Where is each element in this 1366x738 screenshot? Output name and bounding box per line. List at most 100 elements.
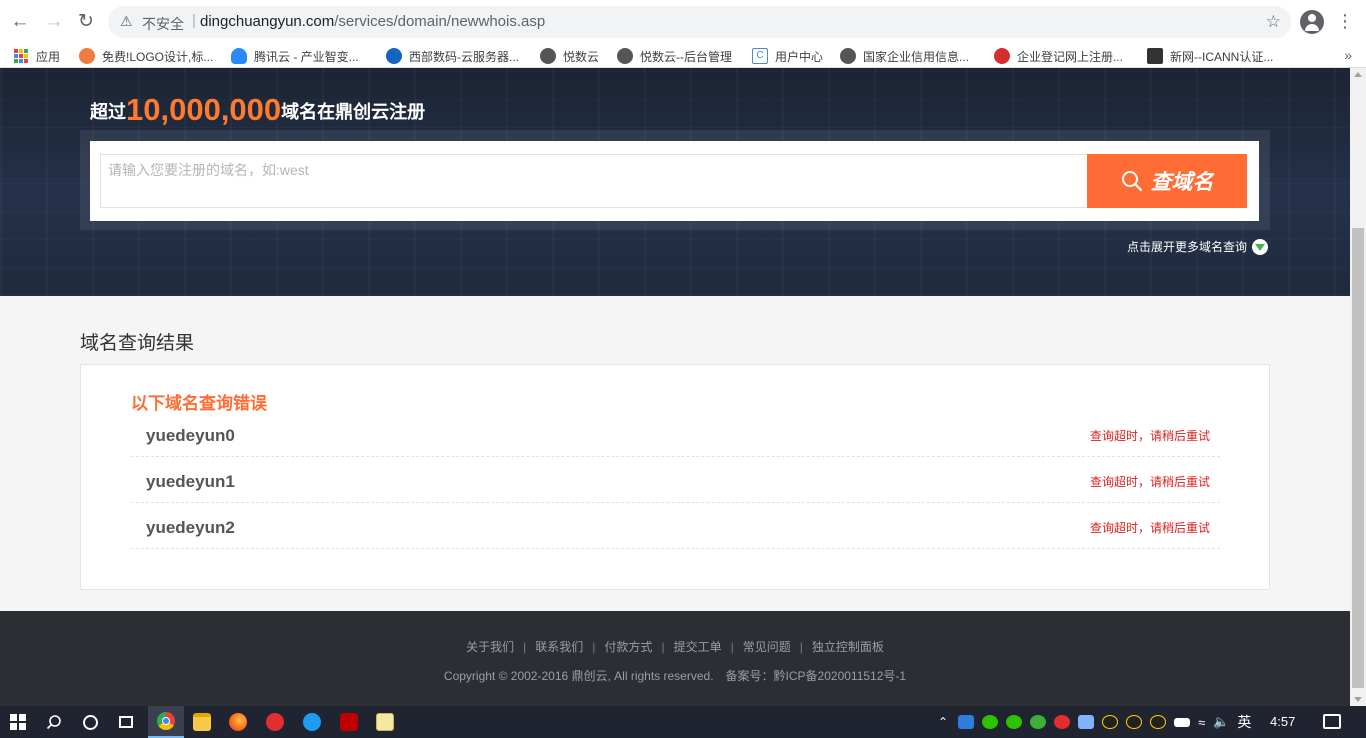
tray-expand-icon[interactable]: ⌃ bbox=[938, 715, 948, 729]
user-center-icon: C bbox=[752, 48, 768, 64]
chrome-taskbar-icon[interactable] bbox=[148, 706, 184, 738]
bookmark-logo-design[interactable]: 免费!LOGO设计,标... bbox=[79, 47, 213, 65]
back-arrow-icon[interactable]: ← bbox=[8, 10, 32, 34]
bookmark-enterprise-register[interactable]: 企业登记网上注册... bbox=[994, 47, 1123, 65]
result-row: yuedeyun1 查询超时，请稍后重试 bbox=[131, 457, 1220, 503]
app-tray-icon[interactable] bbox=[1030, 715, 1047, 729]
wechat-work-icon[interactable] bbox=[1006, 715, 1023, 729]
footer-divider: | bbox=[730, 640, 734, 654]
footer-link-faq[interactable]: 常见问题 bbox=[743, 640, 791, 654]
footer-divider: | bbox=[799, 640, 803, 654]
footer-divider: | bbox=[592, 640, 596, 654]
bookmark-apps[interactable]: 应用 bbox=[14, 47, 60, 65]
task-view-icon[interactable] bbox=[108, 706, 144, 738]
status-message: 查询超时，请稍后重试 bbox=[1089, 521, 1210, 535]
file-explorer-icon[interactable] bbox=[184, 706, 220, 738]
reload-icon[interactable]: ↻ bbox=[74, 10, 98, 34]
url-path: /services/domain/newwhois.asp bbox=[334, 13, 546, 30]
network-drive-icon[interactable] bbox=[1078, 715, 1095, 729]
search-container: 查域名 bbox=[80, 130, 1270, 230]
hero-title: 超过10,000,000域名在鼎创云注册 bbox=[90, 90, 425, 127]
expand-down-icon bbox=[1252, 238, 1269, 255]
bookmark-yueshuyun-admin[interactable]: 悦数云--后台管理 bbox=[617, 47, 732, 65]
more-domain-query-toggle[interactable]: 点击展开更多域名查询 bbox=[1127, 238, 1269, 255]
bookmark-west-cn[interactable]: 西部数码-云服务器... bbox=[386, 47, 519, 65]
globe-icon bbox=[540, 48, 556, 64]
site-footer: 关于我们 | 联系我们 | 付款方式 | 提交工单 | 常见问题 | 独立控制面板 Copyrigh… bbox=[0, 611, 1350, 706]
result-row: yuedeyun2 查询超时，请稍后重试 bbox=[131, 503, 1220, 549]
bookmark-label: 西部数码-云服务器... bbox=[409, 49, 519, 64]
netease-music-icon[interactable] bbox=[257, 706, 293, 738]
result-panel: 以下域名查询错误 yuedeyun0 查询超时，请稍后重试 yuedeyun1 … bbox=[80, 364, 1270, 590]
action-center-icon[interactable] bbox=[1323, 714, 1341, 729]
forward-arrow-icon[interactable]: → bbox=[42, 10, 66, 34]
domain-name: yuedeyun1 bbox=[146, 472, 235, 491]
bookmark-tencent-cloud[interactable]: 腾讯云 - 产业智变... bbox=[231, 47, 359, 65]
logo-site-icon bbox=[79, 48, 95, 64]
bookmark-yueshuyun[interactable]: 悦数云 bbox=[540, 47, 599, 65]
result-row: yuedeyun0 查询超时，请稍后重试 bbox=[131, 411, 1220, 457]
footer-link-about[interactable]: 关于我们 bbox=[466, 640, 514, 654]
omnibox-separator: | bbox=[192, 12, 196, 29]
windows-logo-icon bbox=[10, 714, 26, 730]
scrollbar-thumb[interactable] bbox=[1352, 228, 1364, 688]
page-scrollbar[interactable] bbox=[1350, 68, 1366, 706]
domain-name: yuedeyun2 bbox=[146, 518, 235, 537]
ime-indicator[interactable]: 英 bbox=[1237, 712, 1251, 732]
qq-icon[interactable] bbox=[1150, 715, 1167, 729]
scroll-down-icon[interactable] bbox=[1354, 697, 1362, 702]
icp-text[interactable]: 备案号：黔ICP备2020011512号-1 bbox=[726, 669, 907, 683]
battery-icon[interactable] bbox=[1174, 717, 1191, 727]
footer-copyright: Copyright © 2002-2016 鼎创云, All rights re… bbox=[0, 667, 1350, 684]
system-tray: ⌃ ≈ 🔈 英 bbox=[938, 706, 1251, 738]
browser-menu-icon[interactable]: ⋮ bbox=[1336, 10, 1354, 32]
start-button[interactable] bbox=[0, 706, 36, 738]
search-domain-button[interactable]: 查域名 bbox=[1087, 154, 1247, 208]
wifi-icon[interactable]: ≈ bbox=[1198, 715, 1205, 730]
bookmarks-overflow-icon[interactable]: » bbox=[1344, 47, 1352, 63]
search-taskbar-icon[interactable] bbox=[36, 706, 72, 738]
domain-search-input[interactable] bbox=[100, 154, 1088, 208]
search-icon bbox=[1121, 171, 1142, 192]
bookmark-xinnet[interactable]: 新网--ICANN认证... bbox=[1147, 47, 1273, 65]
page-content: 超过10,000,000域名在鼎创云注册 查域名 点击展开更多域名查询 域名查询… bbox=[0, 68, 1350, 706]
footer-link-payment[interactable]: 付款方式 bbox=[604, 640, 652, 654]
bookmark-label: 国家企业信用信息... bbox=[863, 49, 970, 64]
globe-icon bbox=[840, 48, 856, 64]
notepad-icon[interactable] bbox=[367, 706, 403, 738]
bookmark-star-icon[interactable]: ☆ bbox=[1266, 12, 1281, 32]
qq-icon[interactable] bbox=[1102, 715, 1119, 729]
footer-link-control-panel[interactable]: 独立控制面板 bbox=[812, 640, 884, 654]
address-bar[interactable]: ⚠ 不安全 | dingchuangyun.com/services/domai… bbox=[108, 6, 1291, 38]
qq-browser-icon[interactable] bbox=[294, 706, 330, 738]
bookmark-label: 悦数云 bbox=[563, 49, 600, 64]
west-cn-icon bbox=[386, 48, 402, 64]
filezilla-icon[interactable] bbox=[331, 706, 367, 738]
result-list: yuedeyun0 查询超时，请稍后重试 yuedeyun1 查询超时，请稍后重… bbox=[131, 411, 1220, 549]
wechat-icon[interactable] bbox=[982, 715, 999, 729]
firefox-icon[interactable] bbox=[220, 706, 256, 738]
windows-taskbar: ⌃ ≈ 🔈 英 4:57 bbox=[0, 706, 1366, 738]
bookmark-label: 悦数云--后台管理 bbox=[640, 49, 732, 64]
bookmark-credit-info[interactable]: 国家企业信用信息... bbox=[840, 47, 969, 65]
footer-divider: | bbox=[523, 640, 527, 654]
cortana-icon[interactable] bbox=[72, 706, 108, 738]
footer-link-contact[interactable]: 联系我们 bbox=[535, 640, 583, 654]
netease-tray-icon[interactable] bbox=[1054, 715, 1071, 729]
warning-triangle-icon: ⚠ bbox=[120, 13, 133, 29]
shield-icon[interactable] bbox=[958, 715, 975, 729]
apps-grid-icon bbox=[14, 49, 28, 63]
url-text: dingchuangyun.com/services/domain/newwho… bbox=[200, 13, 545, 30]
footer-link-ticket[interactable]: 提交工单 bbox=[674, 640, 722, 654]
scroll-up-icon[interactable] bbox=[1354, 72, 1362, 77]
emblem-icon bbox=[994, 48, 1010, 64]
volume-icon[interactable]: 🔈 bbox=[1213, 714, 1229, 730]
hero-title-prefix: 超过 bbox=[90, 102, 126, 122]
qq-icon[interactable] bbox=[1126, 715, 1143, 729]
taskbar-clock[interactable]: 4:57 bbox=[1270, 714, 1295, 729]
bookmark-label: 免费!LOGO设计,标... bbox=[102, 49, 214, 64]
bookmark-label: 企业登记网上注册... bbox=[1017, 49, 1124, 64]
search-button-label: 查域名 bbox=[1150, 171, 1214, 194]
account-avatar-icon[interactable] bbox=[1300, 10, 1324, 34]
bookmark-user-center[interactable]: C 用户中心 bbox=[752, 47, 823, 65]
